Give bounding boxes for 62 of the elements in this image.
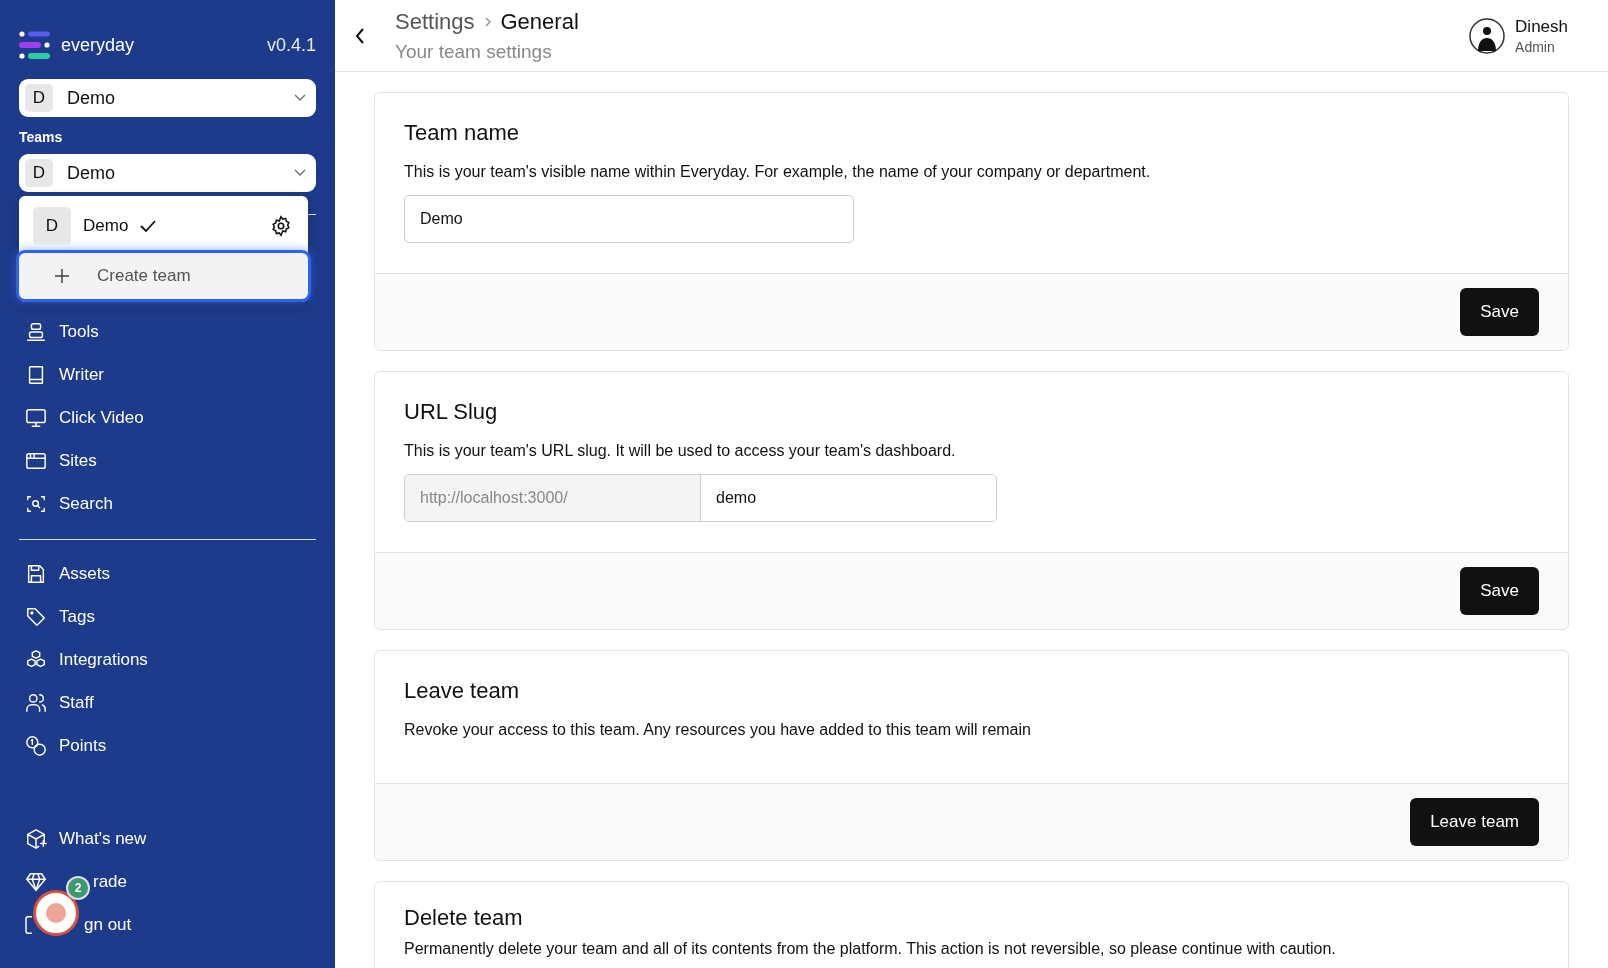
nav-link[interactable]: Staff — [59, 692, 94, 713]
chevron-down-icon — [294, 94, 306, 102]
nav-link[interactable]: gn out — [84, 914, 132, 935]
chevron-down-icon — [294, 169, 306, 177]
card-description: This is your team's visible name within Everyday. For example, the name of your company or department. — [404, 162, 1152, 182]
nav-link[interactable]: What's new — [59, 828, 147, 849]
chat-dot-icon — [46, 903, 66, 923]
nav-link[interactable]: Sites — [59, 450, 97, 471]
workspace-name: Demo — [67, 87, 115, 109]
settings-icon[interactable] — [270, 215, 292, 237]
breadcrumb-link[interactable]: Settings — [395, 8, 475, 35]
card-description: Permanently delete your team and all of its contents from the platform. This action is not reversible, so please continue with caution. — [404, 939, 1337, 959]
nav-link[interactable]: Assets — [59, 563, 111, 584]
tag-icon[interactable] — [25, 605, 47, 628]
logo-icon — [19, 31, 51, 59]
nav-link[interactable]: Writer — [59, 364, 104, 385]
card-description: Revoke your access to this team. Any resources you have added to this team will remain — [404, 720, 1032, 740]
stack-icon[interactable] — [25, 320, 47, 343]
users-icon[interactable] — [25, 691, 47, 714]
team-select[interactable]: D Demo — [19, 154, 316, 192]
workspace-initial: D — [25, 84, 53, 112]
nav-link[interactable]: Integrations — [59, 649, 148, 670]
page-title: General — [500, 8, 579, 35]
teams-label: Teams — [19, 129, 64, 145]
page-subtitle: Your team settings — [395, 40, 553, 63]
card-description: This is your team's URL slug. It will be used to access your team's dashboard. — [404, 441, 957, 461]
create-team-item[interactable]: Create team — [16, 250, 311, 302]
plus-icon — [55, 269, 69, 283]
nav-link[interactable]: Tags — [59, 606, 95, 627]
brand-name: everyday — [61, 34, 135, 56]
package-plus-icon[interactable] — [25, 827, 47, 850]
card-action-button[interactable]: Save — [1460, 567, 1539, 615]
coins-icon[interactable] — [25, 734, 47, 757]
card-title: Leave team — [404, 677, 520, 705]
diamond-icon[interactable] — [25, 870, 47, 893]
nav-link[interactable]: rade — [93, 871, 128, 892]
card-action-button[interactable]: Leave team — [1410, 798, 1539, 846]
logout-icon[interactable] — [25, 914, 32, 935]
nav-link[interactable]: Tools — [59, 321, 99, 342]
team-initial: D — [33, 207, 71, 245]
chevron-right-icon — [484, 16, 491, 27]
card-title: URL Slug — [404, 398, 499, 426]
team-menu-item[interactable]: D Demo — [19, 206, 308, 246]
user-name: Dinesh — [1515, 16, 1568, 37]
notification-badge: 2 — [66, 876, 90, 900]
nav-link[interactable]: Click Video — [59, 407, 144, 428]
nav-link[interactable]: Points — [59, 735, 107, 756]
version-label: v0.4.1 — [266, 34, 316, 56]
url-slug-field[interactable]: http://localhost:3000/ demo — [404, 474, 997, 522]
card-action-button[interactable]: Save — [1460, 288, 1539, 336]
nav-link[interactable]: Search — [59, 493, 113, 514]
team-name-field[interactable]: Demo — [404, 195, 854, 243]
team-name: Demo — [67, 162, 115, 184]
monitor-icon[interactable] — [25, 406, 47, 429]
team-name: Demo — [83, 216, 129, 236]
user-avatar[interactable] — [1469, 17, 1506, 54]
user-role: Admin — [1515, 38, 1556, 55]
chat-widget-button[interactable] — [33, 890, 79, 936]
team-initial: D — [25, 159, 53, 187]
card-title: Team name — [404, 119, 520, 147]
workspace-select[interactable]: D Demo — [19, 79, 316, 117]
card-title: Delete team — [404, 904, 524, 932]
